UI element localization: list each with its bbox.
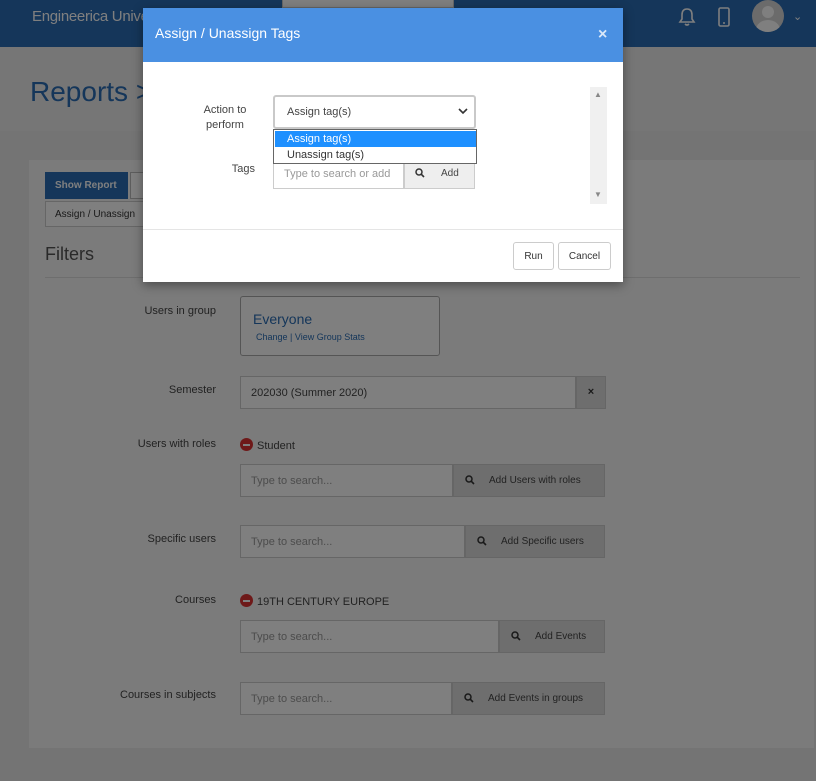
cancel-button[interactable]: Cancel xyxy=(558,242,611,270)
option-assign-tags[interactable]: Assign tag(s) xyxy=(275,131,476,147)
modal-footer-divider xyxy=(143,229,623,230)
action-dropdown-list: Assign tag(s) Unassign tag(s) xyxy=(273,129,477,164)
action-label-line1: Action to xyxy=(203,104,247,116)
chevron-down-icon xyxy=(458,108,468,115)
action-label-line2: perform xyxy=(206,119,244,131)
action-select[interactable]: Assign tag(s) xyxy=(273,95,476,129)
tags-label: Tags xyxy=(231,163,255,175)
action-to-perform-label: Action to perform xyxy=(193,103,257,133)
add-tag-label: Add xyxy=(441,168,459,179)
modal-title: Assign / Unassign Tags xyxy=(155,25,301,41)
scroll-down-arrow-icon[interactable]: ▼ xyxy=(594,190,602,199)
close-icon[interactable]: × xyxy=(598,26,607,44)
assign-tags-modal: Assign / Unassign Tags × ▲ ▼ Action to pe… xyxy=(143,8,623,282)
scroll-up-arrow-icon[interactable]: ▲ xyxy=(594,90,602,99)
option-unassign-tags[interactable]: Unassign tag(s) xyxy=(275,147,476,163)
modal-header: Assign / Unassign Tags × xyxy=(143,8,623,62)
run-button[interactable]: Run xyxy=(513,242,554,270)
search-icon xyxy=(415,168,425,181)
action-selected-value: Assign tag(s) xyxy=(287,106,352,118)
modal-scrollbar[interactable]: ▲ ▼ xyxy=(590,87,607,204)
